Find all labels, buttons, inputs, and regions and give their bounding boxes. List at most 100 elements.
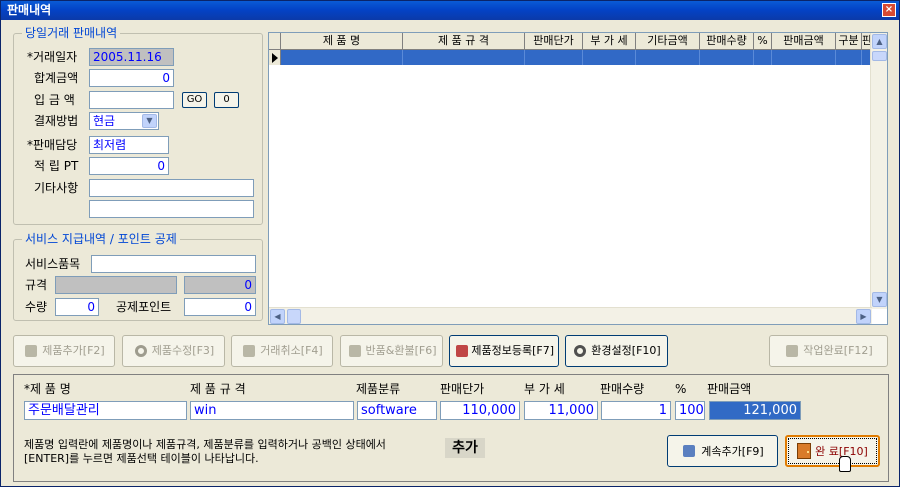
entry-header-vat: 부 가 세 <box>524 382 565 396</box>
zero-button[interactable]: 0 <box>214 92 239 108</box>
entry-hint-line-2: [ENTER]를 누르면 제품선택 테이블이 나타납니다. <box>24 452 259 465</box>
cell[interactable] <box>636 50 700 65</box>
row-pointer-icon <box>272 53 278 63</box>
deduct-label: 공제포인트 <box>116 300 172 314</box>
unit-price-input[interactable]: 110,000 <box>440 401 520 420</box>
total-label: 합계금액 <box>34 71 79 85</box>
cell[interactable] <box>525 50 583 65</box>
grid-corner <box>269 33 281 50</box>
settings-label: 환경설정[F10] <box>591 344 661 357</box>
edit-product-button[interactable]: 제품수정[F3] <box>122 335 225 367</box>
register-product-button[interactable]: 제품정보등록[F7] <box>449 335 559 367</box>
settings-button[interactable]: 환경설정[F10] <box>565 335 668 367</box>
cell[interactable] <box>700 50 754 65</box>
gear-icon <box>572 343 588 359</box>
scroll-up-icon[interactable]: ▲ <box>872 34 887 49</box>
continue-add-label: 계속추가[F9] <box>701 445 764 458</box>
col-sales-amount[interactable]: 판매금액 <box>772 33 836 50</box>
col-product-spec[interactable]: 제 품 규 격 <box>403 33 525 50</box>
total-field[interactable]: 0 <box>89 69 174 87</box>
entry-header-qty: 판매수량 <box>600 382 645 396</box>
payment-select[interactable]: 현금 ▼ <box>89 112 159 130</box>
today-sales-title: 당일거래 판매내역 <box>22 26 121 40</box>
entry-header-category: 제품분류 <box>356 382 401 396</box>
service-title: 서비스 지급내역 / 포인트 공제 <box>22 232 180 246</box>
notes-label: 기타사항 <box>34 181 79 195</box>
notes-field-1[interactable] <box>89 179 254 197</box>
cell[interactable] <box>281 50 403 65</box>
col-quantity[interactable]: 판매수량 <box>700 33 754 50</box>
spec-field <box>55 276 177 294</box>
product-name-input[interactable]: 주문배달관리 <box>24 401 187 420</box>
col-other-amount[interactable]: 기타금액 <box>636 33 700 50</box>
vat-input[interactable]: 11,000 <box>524 401 598 420</box>
edit-product-label: 제품수정[F3] <box>151 344 215 357</box>
sales-amount-input[interactable]: 121,000 <box>709 401 801 420</box>
staff-field[interactable]: 최저렴 <box>89 136 169 154</box>
finish-work-label: 작업완료[F12] <box>803 344 873 357</box>
spec-label: 규격 <box>25 278 48 292</box>
col-percent[interactable]: % <box>754 33 772 50</box>
add-status-label: 추가 <box>445 438 485 458</box>
sales-grid[interactable]: 제 품 명 제 품 규 격 판매단가 부 가 세 기타금액 판매수량 % 판매금… <box>268 32 888 325</box>
scroll-left-icon[interactable]: ◀ <box>270 309 285 324</box>
tools-icon <box>133 343 149 359</box>
entry-header-spec: 제 품 규 격 <box>190 382 246 396</box>
vertical-scrollbar[interactable]: ▲ ▼ <box>870 33 887 309</box>
cell[interactable] <box>754 50 772 65</box>
horizontal-scrollbar[interactable]: ◀ ▶ <box>269 307 872 324</box>
col-type[interactable]: 구분 <box>836 33 862 50</box>
add-product-button[interactable]: 제품추가[F2] <box>13 335 115 367</box>
finish-work-button[interactable]: 작업완료[F12] <box>769 335 888 367</box>
entry-header-price: 판매단가 <box>440 382 485 396</box>
cancel-transaction-button[interactable]: 거래취소[F4] <box>231 335 333 367</box>
product-spec-input[interactable]: win <box>190 401 354 420</box>
notes-field-2[interactable] <box>89 200 254 218</box>
scroll-thumb-h[interactable] <box>287 309 301 324</box>
col-unit-price[interactable]: 판매단가 <box>525 33 583 50</box>
percent-input[interactable]: 100 <box>675 401 705 420</box>
done-button[interactable]: 완 료[F10] <box>785 435 880 467</box>
spec-amount-field: 0 <box>184 276 256 294</box>
pencil-icon <box>23 343 39 359</box>
deduct-field[interactable]: 0 <box>184 298 256 316</box>
cell[interactable] <box>836 50 862 65</box>
entry-header-amount: 판매금액 <box>707 382 752 396</box>
go-button[interactable]: GO <box>182 92 207 108</box>
points-field[interactable]: 0 <box>89 157 169 175</box>
col-vat[interactable]: 부 가 세 <box>583 33 636 50</box>
title-bar: 판매내역 × <box>1 1 899 20</box>
deposit-label: 입 금 액 <box>34 93 75 107</box>
door-icon <box>797 443 812 459</box>
exit-door-icon <box>784 343 800 359</box>
cell[interactable] <box>403 50 525 65</box>
product-entry-panel: *제 품 명 제 품 규 격 제품분류 판매단가 부 가 세 판매수량 % 판매… <box>13 374 889 482</box>
service-item-field[interactable] <box>91 255 256 273</box>
row-indicator <box>269 50 281 65</box>
close-button[interactable]: × <box>882 3 896 17</box>
table-row[interactable] <box>269 50 872 65</box>
points-label: 적 립 PT <box>34 159 79 173</box>
refund-icon <box>347 343 363 359</box>
return-refund-label: 반품&환불[F6] <box>365 344 437 357</box>
chevron-down-icon[interactable]: ▼ <box>142 114 157 128</box>
product-category-input[interactable]: software <box>357 401 437 420</box>
cell[interactable] <box>583 50 636 65</box>
return-refund-button[interactable]: 반품&환불[F6] <box>340 335 443 367</box>
add-list-icon <box>681 443 697 459</box>
scroll-thumb[interactable] <box>872 51 887 61</box>
entry-hint: 제품명 입력란에 제품명이나 제품규격, 제품분류를 입력하거나 공백인 상태에… <box>24 438 444 466</box>
continue-add-button[interactable]: 계속추가[F9] <box>667 435 778 467</box>
date-label: *거래일자 <box>27 50 78 64</box>
scroll-right-icon[interactable]: ▶ <box>856 309 871 324</box>
document-icon <box>454 343 468 359</box>
cell[interactable] <box>772 50 836 65</box>
scroll-down-icon[interactable]: ▼ <box>872 292 887 307</box>
qty-field[interactable]: 0 <box>55 298 99 316</box>
col-product-name[interactable]: 제 품 명 <box>281 33 403 50</box>
deposit-field[interactable] <box>89 91 174 109</box>
hand-cursor-icon <box>839 456 851 472</box>
sales-window: 판매내역 × 당일거래 판매내역 *거래일자 2005.11.16 합계금액 0… <box>0 0 900 487</box>
add-product-label: 제품추가[F2] <box>42 344 105 357</box>
quantity-input[interactable]: 1 <box>601 401 671 420</box>
